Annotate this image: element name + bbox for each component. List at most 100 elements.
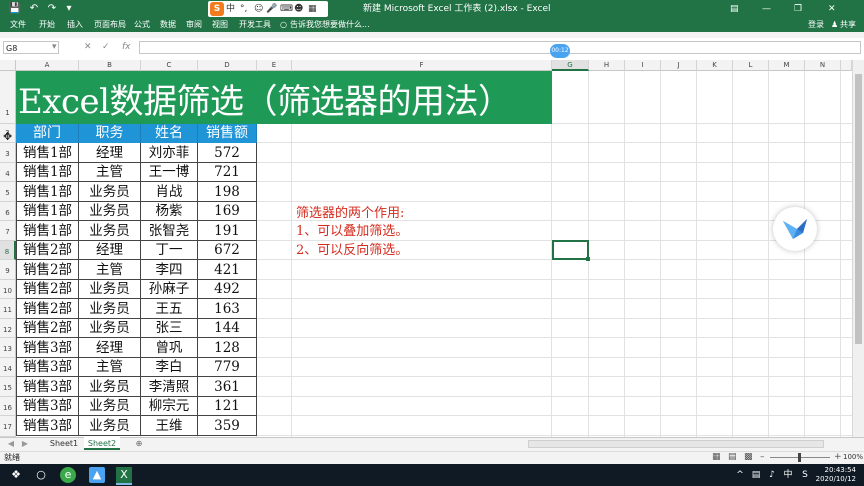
zoom-in-icon[interactable]: + [834, 452, 842, 463]
tab-developer[interactable]: 开发工具 [239, 18, 271, 32]
cell-name[interactable]: 张智尧 [141, 221, 198, 241]
cell-position[interactable]: 业务员 [79, 319, 141, 338]
tray-arrow-icon[interactable]: ^ [732, 467, 748, 483]
cell-name[interactable]: 张三 [141, 319, 198, 338]
cell-sales[interactable]: 191 [198, 221, 257, 241]
save-icon[interactable]: 💾 [8, 2, 22, 16]
cell-sales[interactable]: 128 [198, 338, 257, 358]
network-icon[interactable]: ▤ [748, 467, 764, 483]
tab-formulas[interactable]: 公式 [134, 18, 150, 32]
select-all-corner[interactable] [0, 60, 16, 71]
scroll-thumb[interactable] [855, 74, 862, 344]
ime-mode[interactable]: 中 [226, 2, 235, 16]
enter-icon[interactable]: ✓ [102, 41, 110, 54]
page-layout-view-icon[interactable]: ▤ [728, 452, 737, 463]
windows-start-icon[interactable]: ❖ [8, 467, 24, 483]
cell-position[interactable]: 经理 [79, 241, 141, 260]
cell-department[interactable]: 销售2部 [16, 241, 79, 260]
name-box[interactable]: G8 [3, 41, 59, 54]
undo-icon[interactable]: ↶ [27, 2, 41, 16]
fill-handle[interactable] [586, 257, 590, 261]
cell-sales[interactable]: 361 [198, 377, 257, 397]
cell-department[interactable]: 销售2部 [16, 299, 79, 319]
cell-sales[interactable]: 144 [198, 319, 257, 338]
cell-department[interactable]: 销售2部 [16, 260, 79, 280]
cell-department[interactable]: 销售2部 [16, 280, 79, 299]
column-header[interactable]: N [805, 60, 841, 71]
cell-sales[interactable]: 721 [198, 163, 257, 182]
row-header[interactable]: 11 [0, 299, 16, 319]
cell-department[interactable]: 销售3部 [16, 397, 79, 416]
column-header[interactable]: B [79, 60, 141, 71]
keyboard-tray-icon[interactable]: S [797, 467, 813, 483]
column-header[interactable]: J [661, 60, 697, 71]
cell-department[interactable]: 销售1部 [16, 143, 79, 163]
cell-position[interactable]: 经理 [79, 338, 141, 358]
zoom-out-icon[interactable]: – [760, 452, 765, 463]
ime-tray-icon[interactable]: 中 [780, 467, 796, 483]
scroll-left-icon[interactable]: ◀ [6, 437, 16, 450]
cell-position[interactable]: 业务员 [79, 397, 141, 416]
ime-toolbar[interactable]: S 中 °, ☺ 🎤 ⌨ ☻ ▦ [208, 1, 328, 17]
column-header[interactable]: K [697, 60, 733, 71]
column-header[interactable]: M [769, 60, 805, 71]
tab-review[interactable]: 审阅 [186, 18, 202, 32]
cell-department[interactable]: 销售1部 [16, 163, 79, 182]
selected-cell[interactable] [552, 240, 589, 260]
row-header[interactable]: 16 [0, 397, 16, 416]
cell-name[interactable]: 孙麻子 [141, 280, 198, 299]
minimize-icon[interactable]: — [762, 2, 771, 16]
customize-toolbar-icon[interactable]: ▾ [62, 2, 76, 16]
toolbox-icon[interactable]: ▦ [308, 2, 317, 16]
header-cell-department[interactable]: 部门 [16, 124, 79, 143]
row-header-selected[interactable]: 8 [0, 241, 16, 260]
close-icon[interactable]: ✕ [828, 2, 836, 16]
cell-name[interactable]: 刘亦菲 [141, 143, 198, 163]
column-header-selected[interactable]: G [552, 60, 589, 71]
tab-file[interactable]: 文件 [10, 18, 26, 32]
sheet-tab-sheet1[interactable]: Sheet1 [46, 437, 82, 450]
row-header[interactable]: 5 [0, 182, 16, 202]
row-header[interactable]: 9 [0, 260, 16, 280]
cell-name[interactable]: 柳宗元 [141, 397, 198, 416]
floating-assistant[interactable] [773, 207, 817, 251]
cell-name[interactable]: 李白 [141, 358, 198, 377]
cell-name[interactable]: 李四 [141, 260, 198, 280]
cell-sales[interactable]: 779 [198, 358, 257, 377]
column-header[interactable] [841, 60, 852, 71]
normal-view-icon[interactable]: ▦ [712, 452, 721, 463]
punctuation-icon[interactable]: °, [240, 2, 247, 16]
search-icon[interactable]: ○ [33, 467, 49, 483]
cell-sales[interactable]: 198 [198, 182, 257, 202]
cell-position[interactable]: 主管 [79, 260, 141, 280]
row-header[interactable]: 15 [0, 377, 16, 397]
cell-name[interactable]: 王一博 [141, 163, 198, 182]
sheet-tab-sheet2[interactable]: Sheet2 [84, 437, 120, 450]
cell-name[interactable]: 王维 [141, 416, 198, 436]
cell-department[interactable]: 销售3部 [16, 358, 79, 377]
cell-sales[interactable]: 121 [198, 397, 257, 416]
page-break-view-icon[interactable]: ▩ [744, 452, 753, 463]
column-header[interactable]: A [16, 60, 79, 71]
cell-department[interactable]: 销售2部 [16, 319, 79, 338]
column-header[interactable]: D [198, 60, 257, 71]
column-header[interactable]: F [292, 60, 552, 71]
header-cell-position[interactable]: 职务 [79, 124, 141, 143]
name-box-dropdown-icon[interactable]: ▾ [52, 41, 57, 54]
cell-department[interactable]: 销售1部 [16, 202, 79, 221]
emoji-icon[interactable]: ☺ [254, 2, 263, 16]
cell-name[interactable]: 王五 [141, 299, 198, 319]
header-cell-sales[interactable]: 销售额 [198, 124, 257, 143]
cell-position[interactable]: 主管 [79, 163, 141, 182]
cell-position[interactable]: 经理 [79, 143, 141, 163]
redo-icon[interactable]: ↷ [45, 2, 59, 16]
cell-position[interactable]: 业务员 [79, 280, 141, 299]
cell-name[interactable]: 肖战 [141, 182, 198, 202]
cell-sales[interactable]: 492 [198, 280, 257, 299]
volume-icon[interactable]: ♪ [764, 467, 780, 483]
column-header[interactable]: C [141, 60, 198, 71]
cell-department[interactable]: 销售1部 [16, 221, 79, 241]
cell-sales[interactable]: 421 [198, 260, 257, 280]
row-header[interactable]: 3 [0, 143, 16, 163]
login-link[interactable]: 登录 [808, 18, 824, 32]
